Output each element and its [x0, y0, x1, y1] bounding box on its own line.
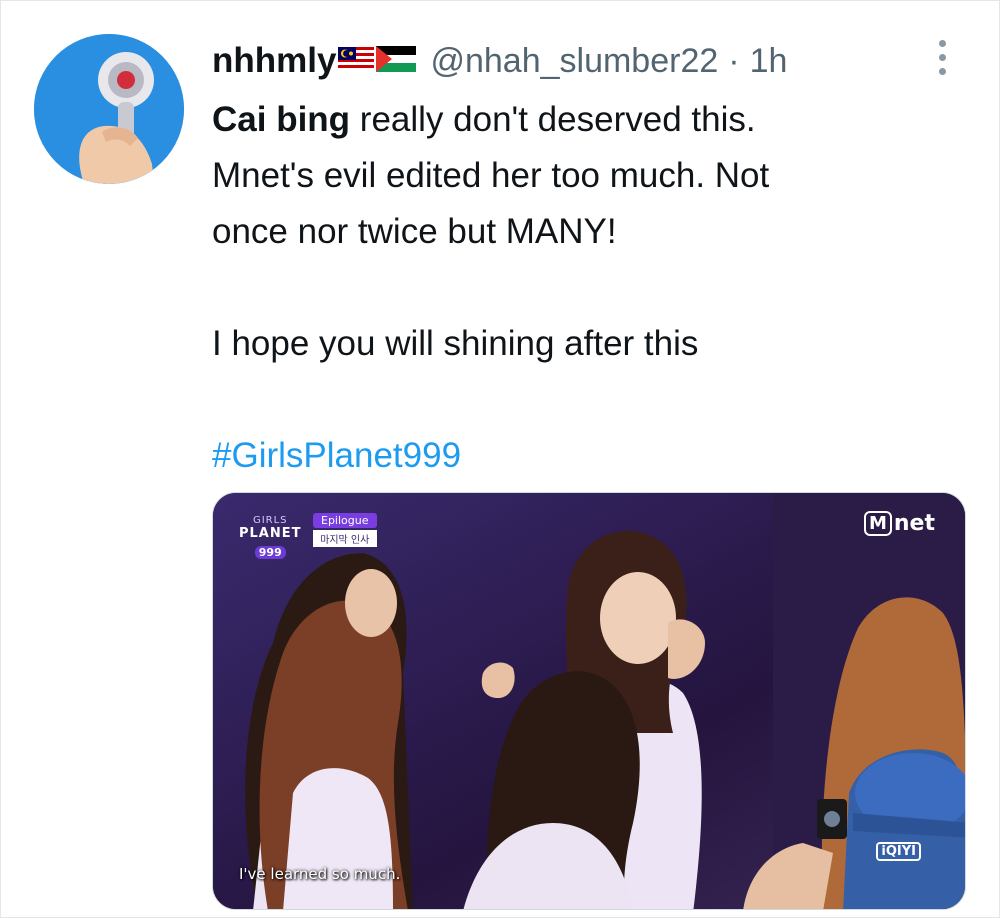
- avatar[interactable]: [34, 34, 184, 184]
- tweet-text: Cai bing really don't deserved this. Mne…: [212, 92, 932, 484]
- more-vertical-icon[interactable]: [932, 36, 952, 80]
- show-logo-line2: PLANET: [239, 526, 302, 541]
- streaming-logo: iQIYI: [876, 842, 921, 861]
- separator-dot: ·: [728, 41, 740, 80]
- tweet-text-line2: Mnet's evil edited her too much. Not: [212, 156, 770, 195]
- broadcaster-logo: M net: [863, 511, 935, 536]
- show-logo-line1: GIRLS: [252, 515, 288, 526]
- flag-palestine-icon: [376, 45, 417, 77]
- timestamp[interactable]: 1h: [750, 42, 788, 81]
- broadcaster-name: net: [893, 511, 935, 536]
- display-name[interactable]: nhhmly: [212, 41, 336, 81]
- media-image[interactable]: GIRLS PLANET 999 Epilogue 마지막 인사 M net i…: [212, 492, 966, 910]
- tweet-text-bold: Cai bing: [212, 100, 351, 139]
- tweet-header: nhhmly @nhah_slumber22 · 1h: [212, 38, 787, 84]
- video-still: [213, 493, 965, 909]
- tweet-text-line1: really don't deserved this.: [350, 100, 756, 139]
- tweet-text-paragraph2: I hope you will shining after this: [212, 324, 699, 363]
- hashtag-link[interactable]: #GirlsPlanet999: [212, 428, 932, 484]
- segment-title: Epilogue: [313, 513, 377, 528]
- segment-badge: Epilogue 마지막 인사: [313, 513, 377, 547]
- tweet-text-line3: once nor twice but MANY!: [212, 212, 617, 251]
- user-handle[interactable]: @nhah_slumber22: [430, 42, 718, 81]
- segment-subtitle: 마지막 인사: [313, 530, 377, 547]
- avatar-image: [34, 34, 184, 184]
- video-subtitle: I've learned so much.: [239, 865, 401, 883]
- flag-malaysia-icon: [338, 46, 375, 76]
- show-logo-badge: GIRLS PLANET 999: [239, 515, 302, 560]
- show-logo-line3: 999: [254, 546, 286, 559]
- broadcaster-mark: M: [863, 511, 892, 536]
